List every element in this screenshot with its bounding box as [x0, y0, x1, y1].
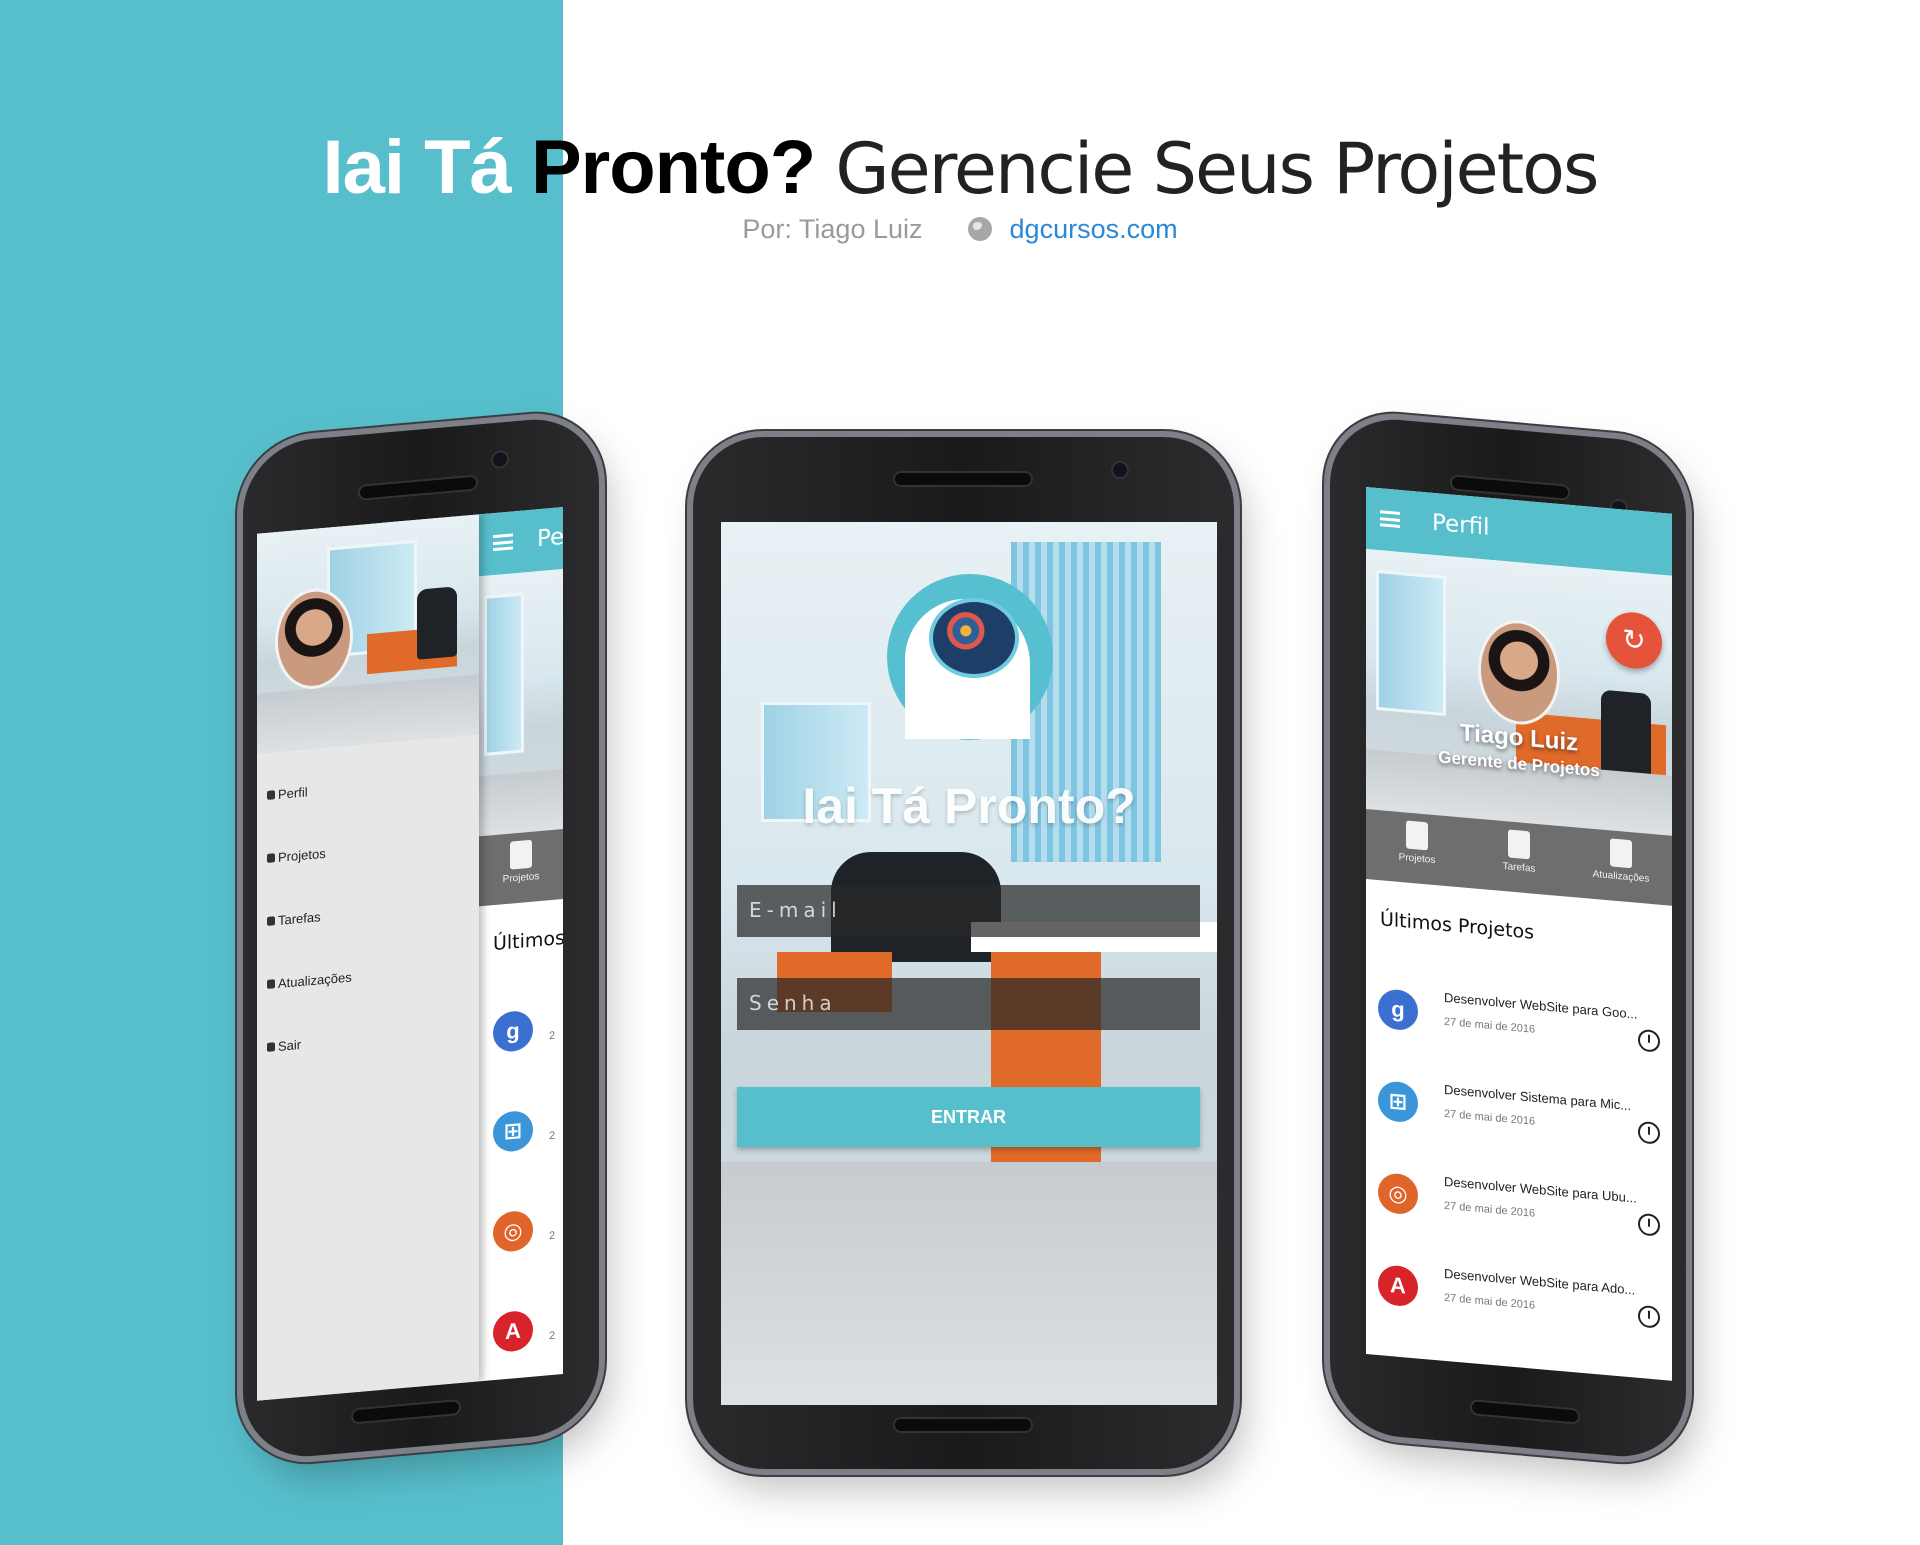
phone-speaker	[893, 471, 1033, 487]
header-background-image	[479, 569, 563, 837]
phone-bottom-speaker	[351, 1398, 461, 1425]
page-title: Iai Tá Pronto? Gerencie Seus Projetos	[0, 123, 1920, 214]
drawer-item-atualizacoes[interactable]: Atualizações	[267, 969, 352, 991]
tab-label: Projetos	[1398, 851, 1436, 867]
tab-tarefas[interactable]: Tarefas	[1468, 818, 1570, 897]
google-icon: g	[1378, 988, 1418, 1032]
author-text: Por: Tiago Luiz	[742, 214, 923, 244]
website-link[interactable]: dgcursos.com	[1010, 214, 1178, 244]
phone-center: Iai Tá Pronto? E-mail Senha ENTRAR	[693, 437, 1234, 1469]
folder-icon	[510, 839, 532, 870]
phone-camera	[1111, 461, 1129, 479]
clock-icon[interactable]	[1638, 1120, 1660, 1145]
profile-screen: Perfil ↻ Tiago Luiz Gerente de Projetos …	[1366, 487, 1672, 1381]
drawer-item-projetos[interactable]: Projetos	[267, 846, 326, 866]
title-part-1: Iai Tá	[322, 125, 512, 210]
drawer-item-tarefas[interactable]: Tarefas	[267, 909, 321, 929]
adobe-icon: A	[493, 1309, 533, 1354]
appbar-title: Perfil	[1432, 509, 1490, 541]
person-icon	[267, 790, 275, 800]
brain-gears-icon	[929, 598, 1019, 678]
enter-button[interactable]: ENTRAR	[737, 1087, 1200, 1147]
phone-bottom-speaker	[1470, 1399, 1580, 1425]
section-title: Últimos Pr	[493, 925, 563, 956]
app-logo	[887, 574, 1053, 740]
refresh-icon: ↻	[1622, 623, 1646, 657]
title-part-3: Gerencie Seus Projetos	[835, 128, 1599, 210]
drawer-item-label: Sair	[278, 1036, 302, 1054]
project-date: 2	[549, 1029, 556, 1043]
windows-icon: ⊞	[1378, 1080, 1418, 1124]
drawer-item-label: Projetos	[278, 845, 326, 865]
globe-icon	[968, 217, 993, 241]
phone-bottom-speaker	[893, 1417, 1033, 1433]
windows-icon: ⊞	[493, 1109, 533, 1154]
menu-icon[interactable]	[493, 533, 513, 552]
tab-label: Atualizações	[1592, 868, 1650, 885]
section-title: Últimos Projetos	[1380, 908, 1535, 944]
calendar-icon	[267, 916, 275, 926]
project-date: 2	[549, 1329, 556, 1343]
project-date: 27 de mai de 2016	[1444, 1291, 1536, 1312]
project-date: 27 de mai de 2016	[1444, 1015, 1536, 1036]
project-item[interactable]: ⊞ 2	[479, 1097, 563, 1196]
phone-camera	[491, 449, 509, 470]
project-date: 2	[549, 1129, 556, 1143]
clock-icon[interactable]	[1638, 1212, 1660, 1237]
phone-left: Pe Projetos Últimos Pr g 2 ⊞ 2 ◎ 2 A 2	[243, 413, 599, 1463]
login-app-title: Iai Tá Pronto?	[802, 778, 1136, 834]
folder-icon	[1406, 820, 1428, 851]
tab-label: Projetos	[502, 871, 540, 886]
project-date: 27 de mai de 2016	[1444, 1107, 1536, 1128]
clock-icon[interactable]	[1638, 1028, 1660, 1053]
phone-speaker	[358, 474, 478, 501]
users-icon	[267, 979, 275, 989]
project-date: 2	[549, 1229, 556, 1243]
tab-projetos[interactable]: Projetos	[1366, 809, 1468, 888]
google-icon: g	[493, 1009, 533, 1054]
byline: Por: Tiago Luiz dgcursos.com	[0, 214, 1920, 245]
clipboard-icon	[1508, 829, 1530, 860]
menu-icon[interactable]	[1380, 510, 1400, 528]
drawer-screen: Pe Projetos Últimos Pr g 2 ⊞ 2 ◎ 2 A 2	[257, 507, 563, 1401]
drawer-item-perfil[interactable]: Perfil	[267, 784, 308, 803]
exit-icon	[267, 1042, 275, 1052]
drawer-item-label: Tarefas	[278, 909, 321, 928]
drawer-item-sair[interactable]: Sair	[267, 1037, 301, 1055]
ubuntu-icon: ◎	[493, 1209, 533, 1254]
users-icon	[1610, 838, 1632, 869]
project-date: 27 de mai de 2016	[1444, 1199, 1536, 1220]
project-item[interactable]: g 2	[479, 997, 563, 1096]
project-item[interactable]: A 2	[479, 1297, 563, 1396]
ubuntu-icon: ◎	[1378, 1172, 1418, 1216]
tab-atualizacoes[interactable]: Atualizações	[1570, 827, 1672, 906]
clock-icon[interactable]	[1638, 1304, 1660, 1329]
login-screen: Iai Tá Pronto? E-mail Senha ENTRAR	[721, 522, 1217, 1405]
tab-label: Tarefas	[1502, 860, 1536, 875]
folder-icon	[267, 853, 275, 863]
phone-right: Perfil ↻ Tiago Luiz Gerente de Projetos …	[1330, 413, 1686, 1463]
navigation-drawer: Perfil Projetos Tarefas Atualizações Sai…	[257, 514, 479, 1401]
drawer-item-label: Perfil	[278, 784, 308, 802]
appbar-title: Pe	[537, 523, 563, 553]
drawer-item-label: Atualizações	[278, 969, 352, 991]
title-part-2: Pronto?	[530, 125, 816, 210]
project-item[interactable]: ◎ 2	[479, 1197, 563, 1296]
email-field[interactable]: E-mail	[737, 885, 1200, 937]
adobe-icon: A	[1378, 1264, 1418, 1308]
password-field[interactable]: Senha	[737, 978, 1200, 1030]
project-name: Desenvolver WebSite para Goo...	[1444, 989, 1638, 1022]
